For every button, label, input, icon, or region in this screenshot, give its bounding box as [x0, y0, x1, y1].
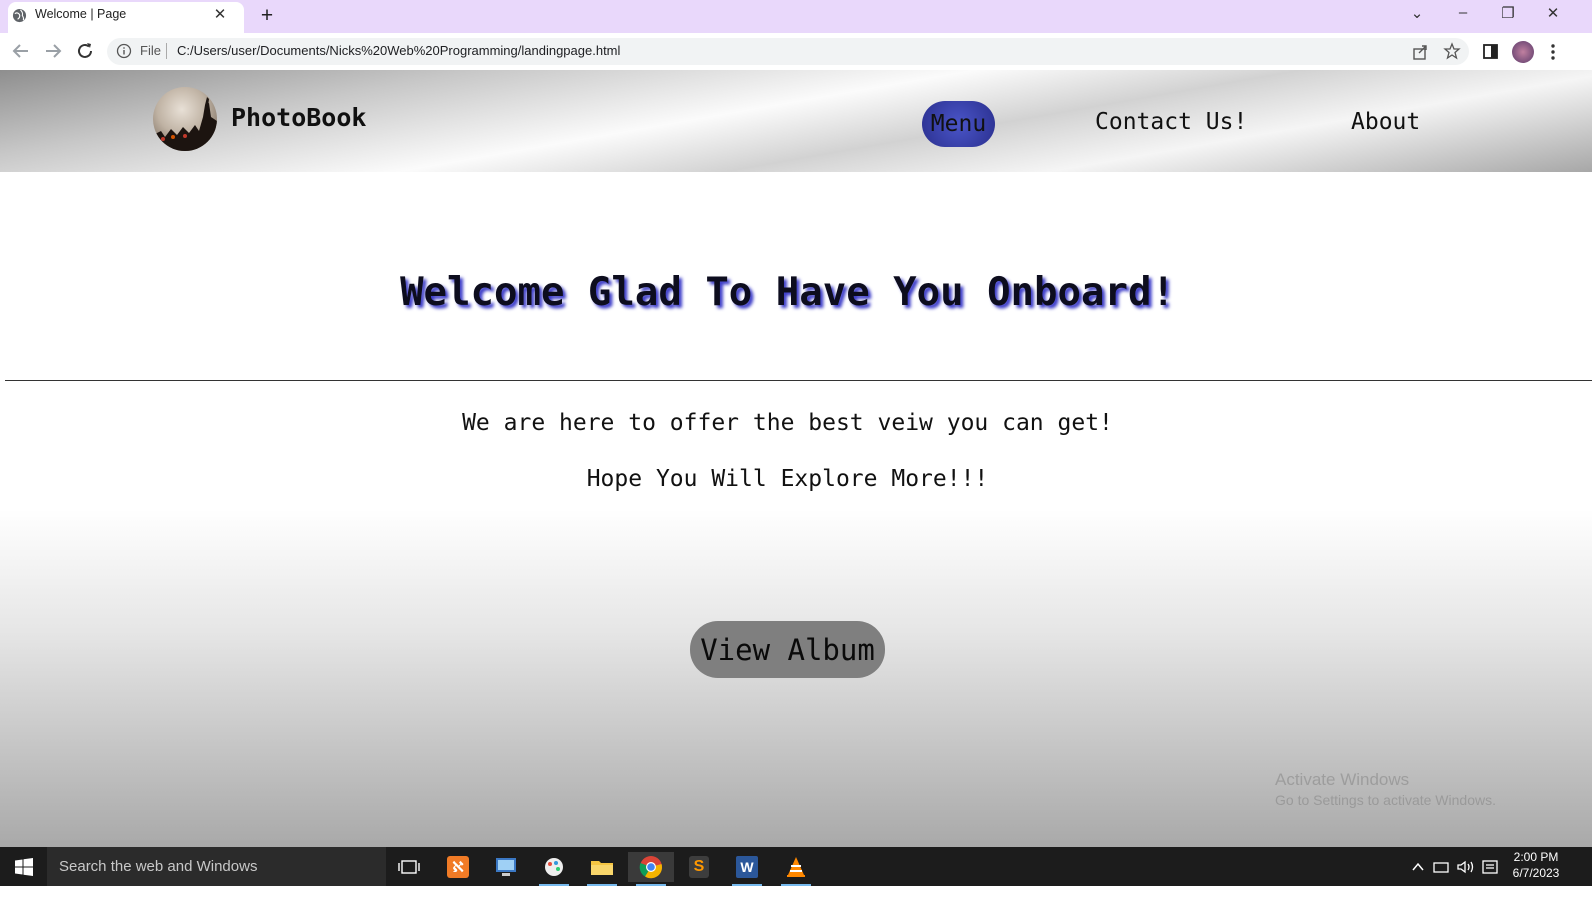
xampp-icon[interactable]: ℵ — [435, 852, 481, 882]
logo[interactable] — [153, 87, 217, 151]
concert-crowd-image — [153, 97, 217, 151]
address-divider — [166, 43, 167, 59]
nav-menu-button[interactable]: Menu — [922, 101, 995, 147]
word-icon[interactable]: W — [724, 852, 770, 886]
minimize-icon[interactable]: – — [1448, 4, 1478, 21]
tab-close-icon[interactable]: ✕ — [210, 5, 230, 23]
side-panel-icon[interactable] — [1482, 43, 1499, 60]
sublime-text-icon[interactable]: S — [676, 852, 722, 882]
tray-chevron-icon — [1412, 862, 1424, 871]
reload-icon[interactable] — [74, 40, 96, 62]
activate-windows-watermark: Activate Windows Go to Settings to activ… — [1275, 770, 1496, 810]
forward-arrow-icon[interactable] — [42, 40, 64, 62]
back-arrow-icon[interactable] — [10, 40, 32, 62]
battery-icon — [1433, 862, 1449, 873]
site-name[interactable]: PhotoBook — [231, 103, 366, 132]
watermark-title: Activate Windows — [1275, 770, 1410, 789]
watermark-text: Go to Settings to activate Windows. — [1275, 792, 1496, 808]
new-tab-button[interactable]: + — [256, 4, 278, 28]
network-app-icon[interactable] — [483, 852, 529, 882]
url-text[interactable]: C:/Users/user/Documents/Nicks%20Web%20Pr… — [177, 43, 620, 58]
nav-contact-link[interactable]: Contact Us! — [1095, 109, 1247, 135]
windows-logo-icon — [14, 857, 33, 876]
restore-icon[interactable]: ❐ — [1493, 4, 1523, 22]
globe-icon — [12, 8, 27, 23]
bottom-edge — [0, 886, 1592, 900]
more-vertical-icon[interactable] — [1546, 42, 1560, 62]
file-explorer-icon[interactable] — [579, 852, 625, 886]
tagline: We are here to offer the best veiw you c… — [462, 410, 1113, 436]
file-scheme-label: File — [140, 43, 161, 58]
volume-icon — [1457, 860, 1474, 874]
view-album-button[interactable]: View Album — [690, 621, 885, 678]
share-icon[interactable] — [1411, 43, 1429, 61]
profile-avatar[interactable] — [1512, 41, 1534, 63]
close-window-icon[interactable]: ✕ — [1538, 4, 1568, 22]
paint-app-icon[interactable] — [531, 852, 577, 886]
task-view-icon[interactable] — [386, 852, 432, 882]
nav-about-link[interactable]: About — [1351, 109, 1420, 135]
clock-time[interactable]: 2:00 PM — [1510, 850, 1562, 864]
notification-icon — [1482, 860, 1498, 874]
vlc-icon[interactable] — [773, 852, 819, 886]
start-button[interactable] — [0, 847, 47, 886]
taskbar-search-placeholder: Search the web and Windows — [59, 858, 258, 875]
section-divider — [5, 380, 1592, 381]
info-icon[interactable] — [116, 43, 132, 59]
chrome-icon[interactable] — [628, 852, 674, 886]
welcome-heading: Welcome Glad To Have You Onboard! — [400, 270, 1175, 315]
bookmark-star-icon[interactable] — [1443, 42, 1461, 60]
clock-date[interactable]: 6/7/2023 — [1510, 866, 1562, 880]
sub-tagline: Hope You Will Explore More!!! — [586, 466, 989, 492]
tab-search-icon[interactable]: ⌄ — [1402, 4, 1432, 22]
tab-title: Welcome | Page — [35, 7, 127, 21]
system-tray — [1410, 858, 1520, 876]
